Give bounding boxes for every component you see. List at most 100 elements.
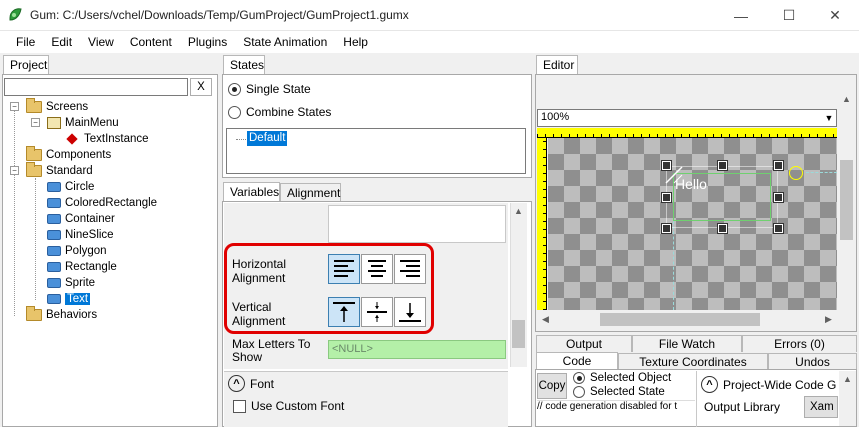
selected-state-radio[interactable]: Selected State: [573, 386, 665, 398]
clear-search-button[interactable]: X: [190, 78, 212, 96]
tab-file-watch[interactable]: File Watch: [632, 335, 742, 352]
tree-guide: [35, 178, 36, 300]
tab-editor[interactable]: Editor: [536, 55, 578, 75]
tab-states[interactable]: States: [223, 55, 265, 75]
resize-handle[interactable]: [661, 192, 672, 203]
max-letters-label: Max Letters To Show: [232, 337, 311, 364]
resize-handle[interactable]: [717, 223, 728, 234]
element-icon: [47, 214, 61, 224]
resize-handle[interactable]: [773, 223, 784, 234]
instance-icon: [66, 133, 78, 145]
menu-bar: File Edit View Content Plugins State Ani…: [0, 31, 859, 53]
element-icon: [47, 278, 61, 288]
tree-guide: [236, 139, 246, 140]
minimize-button[interactable]: —: [718, 0, 764, 31]
collapse-icon[interactable]: −: [10, 166, 19, 175]
horizontal-ruler: [537, 128, 837, 138]
project-search-input[interactable]: [4, 78, 188, 96]
tree-item-container[interactable]: Container: [47, 211, 115, 227]
editor-hscroll-thumb[interactable]: [600, 313, 760, 326]
tree-item-standard[interactable]: Standard: [26, 162, 93, 179]
highlight-box: [224, 243, 434, 334]
menu-edit[interactable]: Edit: [43, 31, 80, 53]
menu-file[interactable]: File: [8, 31, 43, 53]
tab-errors[interactable]: Errors (0): [742, 335, 857, 352]
vertical-ruler: [537, 138, 547, 310]
chevron-down-icon[interactable]: ▼: [822, 110, 836, 126]
folder-icon: [26, 306, 42, 321]
menu-content[interactable]: Content: [122, 31, 180, 53]
resize-handle[interactable]: [661, 223, 672, 234]
tab-variables[interactable]: Variables: [223, 182, 280, 202]
rotate-handle-icon[interactable]: [789, 166, 803, 180]
use-custom-font-checkbox[interactable]: Use Custom Font: [233, 399, 344, 414]
menu-plugins[interactable]: Plugins: [180, 31, 235, 53]
resize-handle[interactable]: [717, 160, 728, 171]
scroll-up-icon[interactable]: ▲: [838, 91, 855, 107]
generated-code-text[interactable]: // code generation disabled for t: [537, 400, 695, 416]
tree-item-text[interactable]: Text: [47, 291, 91, 307]
copy-button[interactable]: Copy: [537, 373, 567, 399]
collapse-icon[interactable]: −: [10, 102, 19, 111]
radio-on-icon: [228, 83, 241, 97]
radio-on-icon: [573, 372, 585, 384]
menu-help[interactable]: Help: [335, 31, 376, 53]
xamarin-button[interactable]: Xam: [804, 396, 838, 418]
single-state-radio[interactable]: Single State: [228, 82, 311, 97]
guide-line: [806, 172, 837, 173]
close-button[interactable]: ✕: [812, 0, 858, 31]
resize-handle[interactable]: [773, 192, 784, 203]
resize-handle[interactable]: [773, 160, 784, 171]
collapse-font-icon[interactable]: ^: [228, 375, 245, 392]
collapse-codegen-icon[interactable]: ^: [701, 376, 718, 393]
element-icon: [47, 230, 61, 240]
tab-code[interactable]: Code: [536, 352, 618, 370]
tree-item-polygon[interactable]: Polygon: [47, 243, 107, 259]
tree-item-mainmenu[interactable]: MainMenu: [47, 115, 119, 131]
scroll-thumb[interactable]: [512, 320, 525, 348]
folder-icon: [26, 162, 42, 177]
max-letters-field[interactable]: <NULL>: [328, 340, 506, 359]
tree-item-coloredrectangle[interactable]: ColoredRectangle: [47, 195, 157, 211]
collapse-icon[interactable]: −: [31, 118, 40, 127]
state-item-default[interactable]: Default: [247, 131, 288, 146]
text-value-field[interactable]: [328, 205, 506, 243]
scroll-up-icon[interactable]: ▲: [839, 371, 856, 387]
tab-alignment[interactable]: Alignment: [280, 183, 341, 202]
element-icon: [47, 198, 61, 208]
tree-item-circle[interactable]: Circle: [47, 179, 94, 195]
element-icon: [47, 246, 61, 256]
tab-project[interactable]: Project: [3, 55, 49, 75]
output-library-label: Output Library: [704, 400, 781, 414]
folder-icon: [26, 146, 42, 161]
tab-output[interactable]: Output: [536, 335, 632, 352]
resize-handle[interactable]: [661, 160, 672, 171]
tree-item-rectangle[interactable]: Rectangle: [47, 259, 117, 275]
window-title: Gum: C:/Users/vchel/Downloads/Temp/GumPr…: [30, 8, 409, 22]
checkbox-icon: [233, 400, 246, 414]
tree-item-sprite[interactable]: Sprite: [47, 275, 95, 291]
scroll-right-icon[interactable]: ▶: [820, 311, 837, 328]
menu-state-animation[interactable]: State Animation: [235, 31, 335, 53]
tree-item-textinstance[interactable]: TextInstance: [66, 131, 149, 147]
menu-view[interactable]: View: [80, 31, 122, 53]
editor-scroll-thumb[interactable]: [840, 160, 853, 240]
selected-object-radio[interactable]: Selected Object: [573, 372, 671, 384]
maximize-button[interactable]: ☐: [766, 0, 812, 31]
scroll-left-icon[interactable]: ◀: [537, 311, 554, 328]
tab-undos[interactable]: Undos: [768, 353, 857, 370]
screen-icon: [47, 117, 61, 129]
divider: [696, 371, 697, 427]
gum-app-icon: [9, 8, 22, 21]
combine-states-radio[interactable]: Combine States: [228, 105, 331, 120]
tree-item-behaviors[interactable]: Behaviors: [26, 306, 97, 323]
scroll-up-icon[interactable]: ▲: [510, 203, 527, 219]
radio-off-icon: [573, 386, 585, 398]
tree-item-components[interactable]: Components: [26, 146, 111, 163]
zoom-select[interactable]: 100%: [537, 109, 837, 127]
tree-item-nineslice[interactable]: NineSlice: [47, 227, 114, 243]
tree-item-screens[interactable]: Screens: [26, 98, 88, 115]
tab-texture-coordinates[interactable]: Texture Coordinates: [618, 353, 768, 370]
hello-text-instance[interactable]: Hello: [675, 176, 707, 192]
element-icon: [47, 182, 61, 192]
